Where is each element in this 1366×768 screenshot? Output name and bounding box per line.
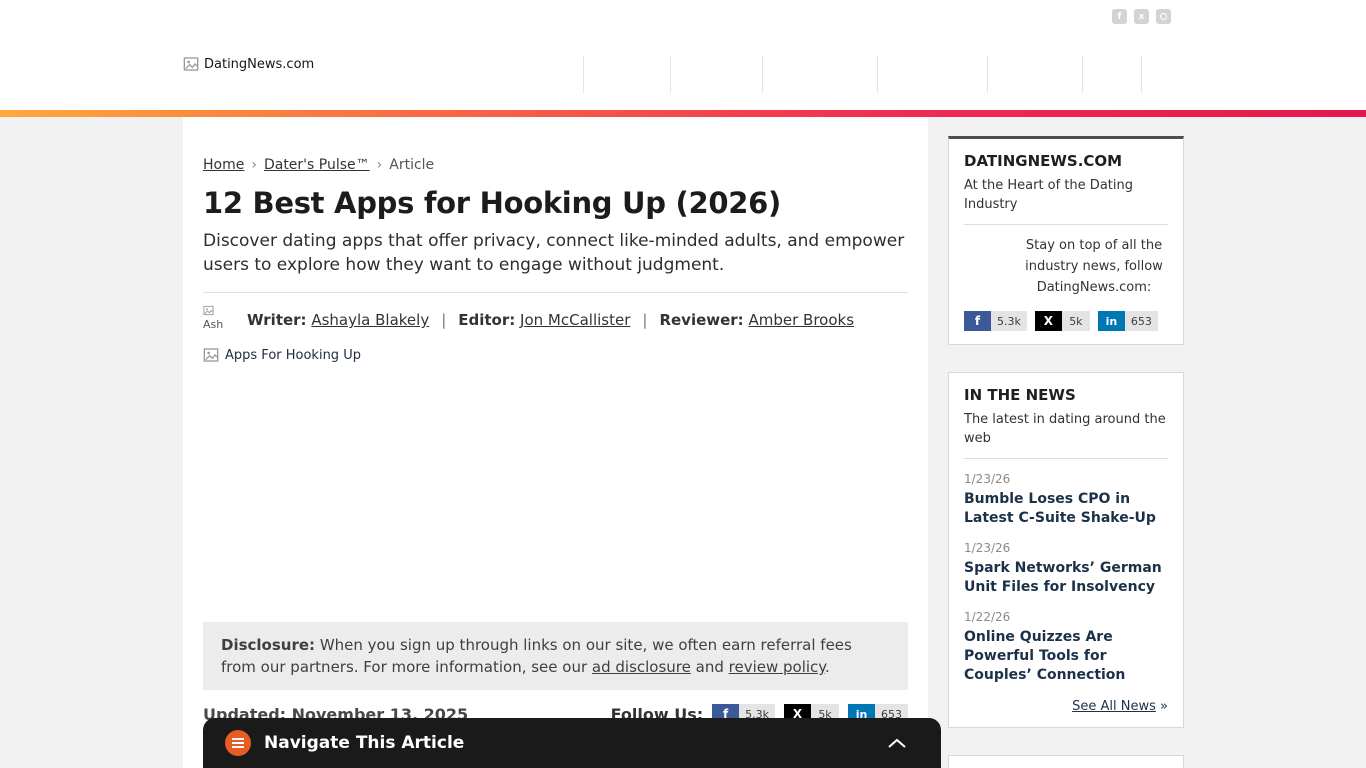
- about-title: DATINGNEWS.COM: [964, 152, 1123, 170]
- news-title-link[interactable]: Spark Networks’ German Unit Files for In…: [964, 559, 1168, 597]
- about-subtitle: At the Heart of the Dating Industry: [964, 178, 1133, 212]
- divider: [964, 224, 1168, 225]
- disclosure-text: and: [690, 658, 729, 676]
- review-policy-link[interactable]: review policy: [729, 658, 825, 676]
- facebook-share-count: 5.3k: [991, 311, 1027, 331]
- nav-divider: [583, 56, 584, 93]
- hero-image-placeholder: Apps For Hooking Up: [203, 347, 908, 622]
- news-date: 1/22/26: [964, 610, 1011, 624]
- writer-avatar: Ash: [203, 305, 237, 335]
- divider: [964, 458, 1168, 459]
- see-all-news: See All News »: [964, 699, 1168, 714]
- nav-divider: [1141, 56, 1142, 93]
- disclosure-box: Disclosure: When you sign up through lin…: [203, 622, 908, 690]
- breadcrumb: Home › Dater's Pulse™ › Article: [203, 157, 908, 173]
- byline-separator: |: [441, 311, 447, 329]
- nav-divider: [987, 56, 988, 93]
- list-menu-icon: [225, 730, 251, 756]
- about-share-row: f 5.3k X 5k in 653: [964, 311, 1168, 331]
- news-date: 1/23/26: [964, 541, 1011, 555]
- sidebar-about-box: DATINGNEWS.COM At the Heart of the Datin…: [948, 136, 1184, 345]
- news-date: 1/23/26: [964, 472, 1011, 486]
- breadcrumb-home-link[interactable]: Home: [203, 157, 244, 173]
- broken-image-icon: [203, 348, 219, 362]
- editor-link[interactable]: Jon McCallister: [520, 311, 630, 329]
- linkedin-share-button[interactable]: in 653: [1097, 311, 1158, 331]
- see-all-news-link[interactable]: See All News: [1072, 699, 1156, 714]
- breadcrumb-current: Article: [389, 157, 435, 173]
- broken-image-icon: [183, 57, 199, 71]
- see-all-arrow: »: [1160, 699, 1168, 714]
- writer-link[interactable]: Ashayla Blakely: [311, 311, 429, 329]
- navigate-bar-label: Navigate This Article: [264, 733, 465, 753]
- nav-divider: [670, 56, 671, 93]
- linkedin-share-count: 653: [1124, 311, 1158, 331]
- header-accent-bar: [0, 110, 1366, 117]
- byline: Ash Writer: Ashayla Blakely | Editor: Jo…: [203, 305, 908, 335]
- sidebar: DATINGNEWS.COM At the Heart of the Datin…: [948, 117, 1184, 768]
- news-title-link[interactable]: Online Quizzes Are Powerful Tools for Co…: [964, 628, 1168, 685]
- news-title-link[interactable]: Bumble Loses CPO in Latest C-Suite Shake…: [964, 490, 1168, 528]
- instagram-ring: [1160, 13, 1167, 20]
- breadcrumb-section-link[interactable]: Dater's Pulse™: [264, 157, 370, 173]
- disclosure-text: .: [825, 658, 830, 676]
- news-item[interactable]: 1/23/26 Bumble Loses CPO in Latest C-Sui…: [964, 472, 1168, 528]
- navigate-article-bar[interactable]: Navigate This Article: [203, 718, 941, 768]
- chevron-up-icon[interactable]: [887, 738, 907, 749]
- news-item[interactable]: 1/23/26 Spark Networks’ German Unit File…: [964, 541, 1168, 597]
- x-share-button[interactable]: X 5k: [1034, 311, 1090, 331]
- writer-avatar-alt-text: Ash: [203, 318, 224, 331]
- sidebar-movers-box: MOVERS & SHAKERS: [948, 755, 1184, 768]
- ad-disclosure-link[interactable]: ad disclosure: [592, 658, 691, 676]
- facebook-share-button[interactable]: f 5.3k: [964, 311, 1027, 331]
- nav-divider: [877, 56, 878, 93]
- reviewer-label: Reviewer:: [659, 311, 744, 329]
- hero-alt-text: Apps For Hooking Up: [225, 347, 361, 363]
- reviewer-link[interactable]: Amber Brooks: [748, 311, 854, 329]
- breadcrumb-separator: ›: [251, 157, 257, 173]
- disclosure-label: Disclosure:: [221, 636, 316, 654]
- broken-image-icon: [203, 305, 214, 316]
- article-column: Home › Dater's Pulse™ › Article 12 Best Apps…: [183, 117, 928, 768]
- nav-divider: [762, 56, 763, 93]
- logo-alt-text: DatingNews.com: [204, 57, 315, 72]
- x-twitter-icon[interactable]: x: [1134, 9, 1149, 24]
- news-box-subtitle: The latest in dating around the web: [964, 412, 1166, 446]
- site-logo[interactable]: DatingNews.com: [183, 56, 314, 74]
- article-subtitle: Discover dating apps that offer privacy,…: [203, 231, 905, 275]
- x-twitter-icon: X: [1034, 311, 1062, 331]
- nav-divider: [1082, 56, 1083, 93]
- divider: [203, 292, 908, 293]
- x-share-count: 5k: [1061, 311, 1090, 331]
- breadcrumb-separator: ›: [376, 157, 383, 173]
- linkedin-icon: in: [1097, 311, 1125, 331]
- sidebar-news-box: IN THE NEWS The latest in dating around …: [948, 372, 1184, 728]
- site-header: f x DatingNews.com: [0, 0, 1366, 110]
- instagram-icon[interactable]: [1156, 9, 1171, 24]
- byline-separator: |: [642, 311, 648, 329]
- news-item[interactable]: 1/22/26 Online Quizzes Are Powerful Tool…: [964, 610, 1168, 685]
- facebook-icon: f: [964, 311, 991, 331]
- editor-label: Editor:: [458, 311, 516, 329]
- header-social-links: f x: [1112, 9, 1171, 24]
- news-box-title: IN THE NEWS: [964, 386, 1076, 404]
- about-text: Stay on top of all the industry news, fo…: [1025, 238, 1163, 295]
- writer-label: Writer:: [247, 311, 307, 329]
- page-title: 12 Best Apps for Hooking Up (2026): [203, 186, 781, 220]
- facebook-icon[interactable]: f: [1112, 9, 1127, 24]
